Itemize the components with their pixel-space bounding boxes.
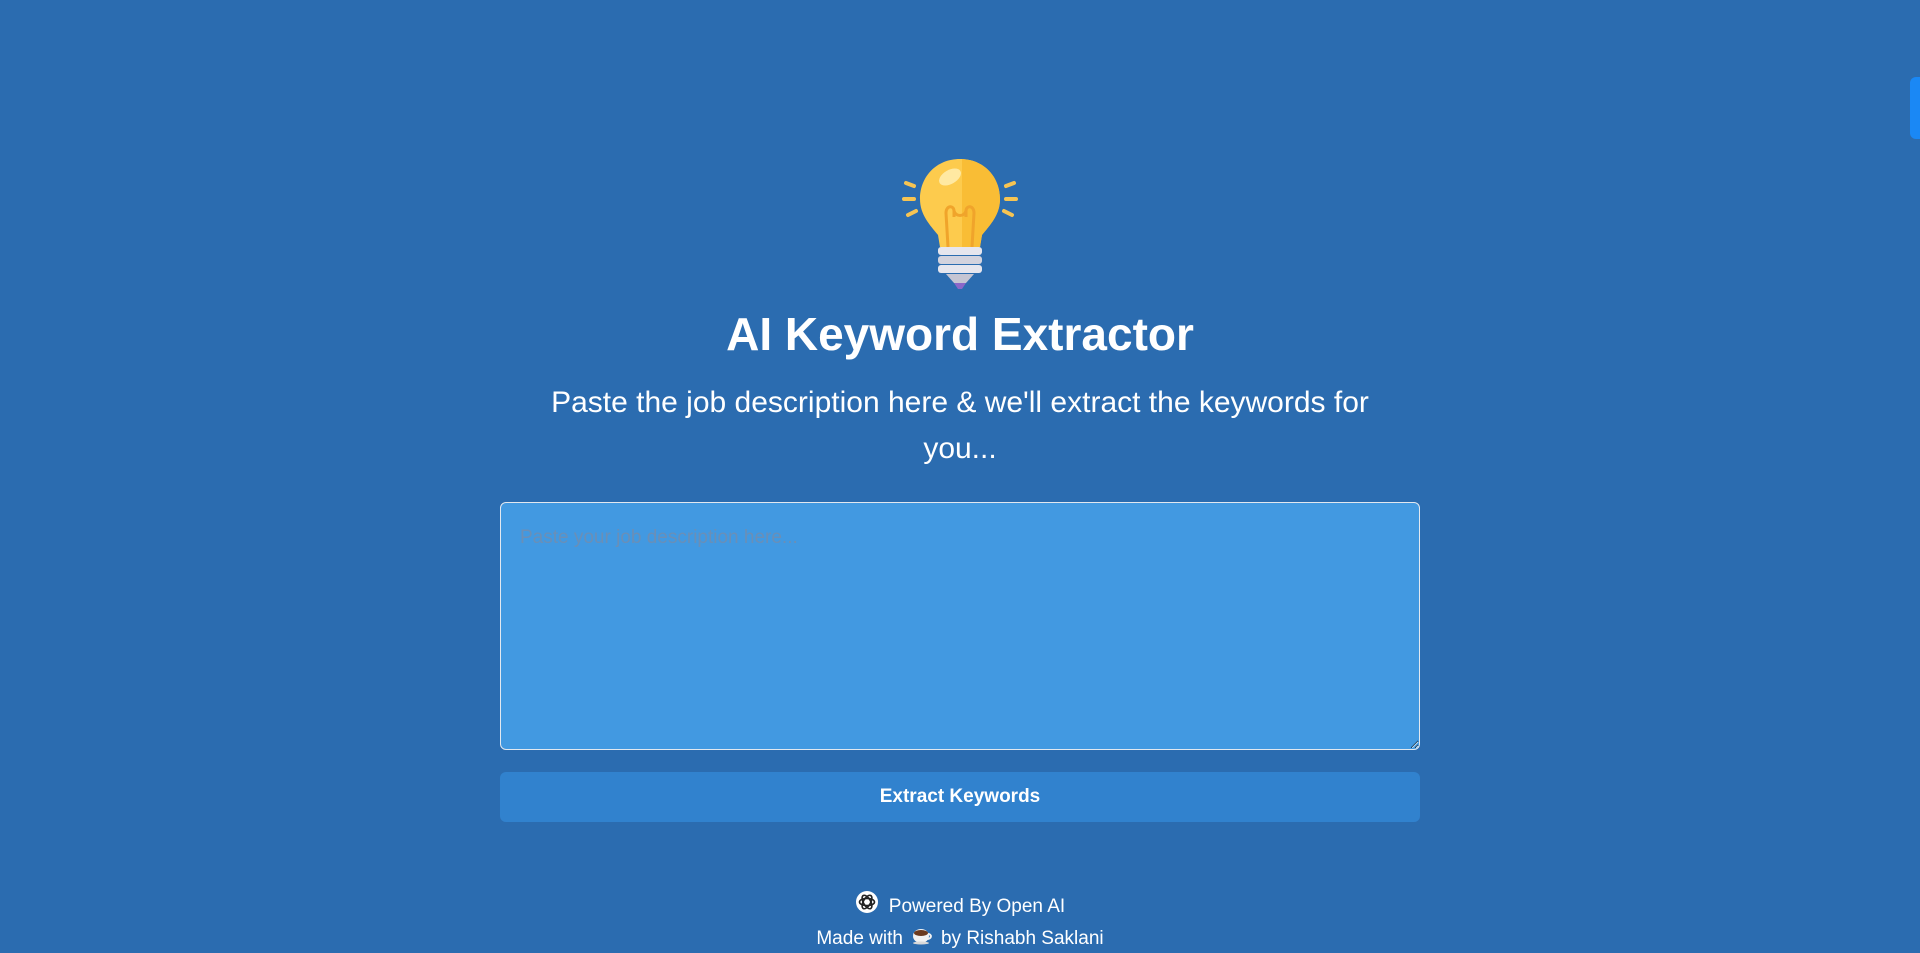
powered-by-label: Powered By Open AI: [888, 895, 1066, 917]
page: AI Keyword Extractor Paste the job descr…: [0, 0, 1920, 953]
extract-keywords-button[interactable]: Extract Keywords: [500, 772, 1420, 822]
powered-by-line: Powered By Open AI: [0, 890, 1920, 923]
coffee-icon: [911, 923, 933, 953]
side-tab-handle[interactable]: [1910, 77, 1920, 139]
page-subtitle: Paste the job description here & we'll e…: [551, 386, 1369, 465]
lightbulb-icon: [900, 155, 1020, 290]
made-with-label: Made with: [816, 927, 903, 949]
openai-logo-icon: [855, 890, 879, 923]
author-link[interactable]: by Rishabh Saklani: [941, 925, 1104, 953]
powered-by-link[interactable]: Powered By Open AI: [855, 890, 1065, 923]
job-description-textarea[interactable]: [500, 502, 1420, 750]
made-with-line: Made with by Rishabh Saklani: [0, 923, 1920, 953]
page-title: AI Keyword Extractor: [726, 308, 1194, 360]
